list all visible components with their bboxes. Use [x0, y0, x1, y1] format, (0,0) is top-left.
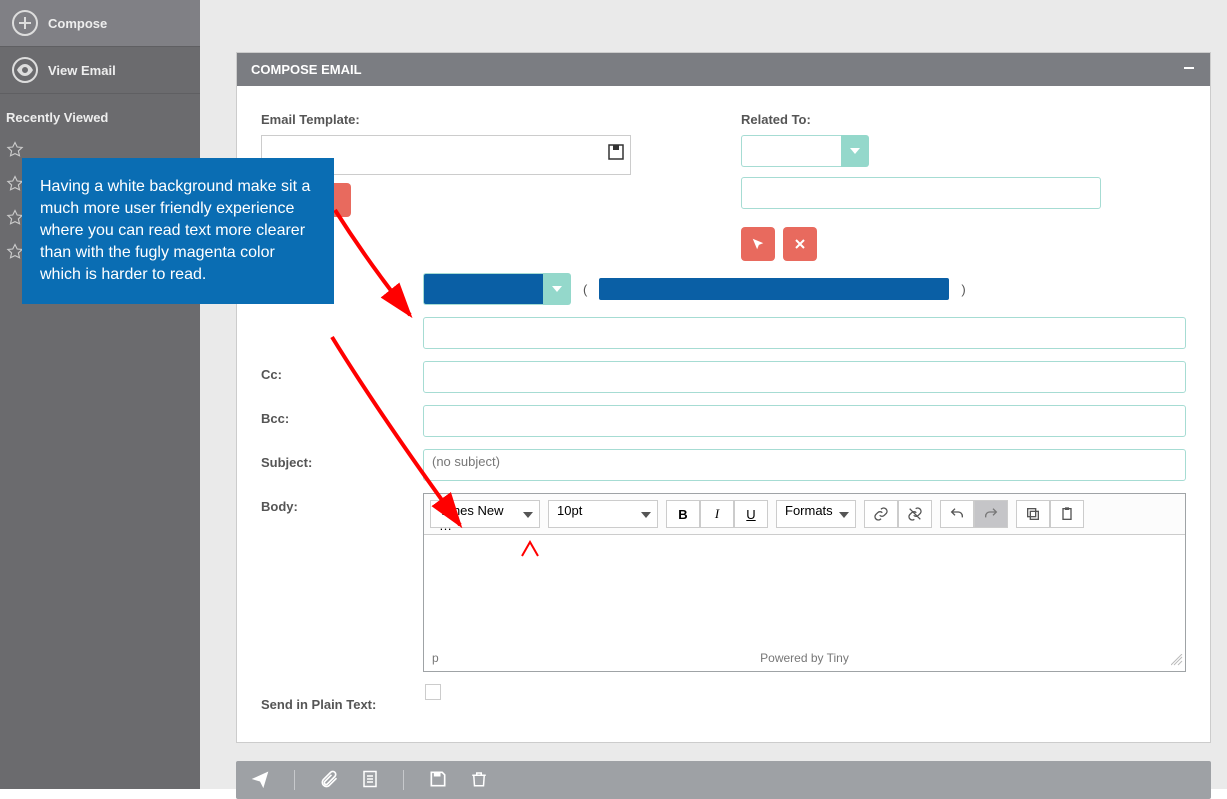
remove-button[interactable] [783, 227, 817, 261]
editor-toolbar: Times New … 10pt B I U Formats [424, 494, 1185, 535]
panel-header: COMPOSE EMAIL [237, 53, 1210, 86]
divider [403, 770, 404, 790]
recently-viewed-title: Recently Viewed [0, 94, 200, 133]
editor-status-tag: p [432, 651, 439, 665]
undo-button[interactable] [940, 500, 974, 528]
to-input[interactable] [423, 317, 1186, 349]
rich-text-editor: Times New … 10pt B I U Formats [423, 493, 1186, 672]
send-button[interactable] [250, 769, 270, 792]
related-to-type-select[interactable] [741, 135, 1186, 167]
footer-action-bar [236, 761, 1211, 799]
red-caret-icon [520, 540, 540, 561]
sidebar-item-view-email[interactable]: View Email [0, 47, 200, 94]
label-related-to: Related To: [741, 112, 1186, 127]
formats-select[interactable]: Formats [776, 500, 856, 528]
tooltip-callout: Having a white background make sit a muc… [22, 158, 334, 304]
chevron-down-icon[interactable] [841, 135, 869, 167]
chevron-down-icon[interactable] [543, 273, 571, 305]
label-plain-text: Send in Plain Text: [261, 691, 423, 712]
save-icon[interactable] [608, 144, 624, 164]
cc-input[interactable] [423, 361, 1186, 393]
attachment-button[interactable] [319, 769, 339, 792]
compose-icon [12, 10, 38, 36]
related-to-input[interactable] [741, 177, 1101, 209]
copy-button[interactable] [1016, 500, 1050, 528]
star-icon [6, 141, 24, 159]
resize-handle-icon[interactable] [1171, 654, 1183, 669]
panel-title: COMPOSE EMAIL [251, 62, 362, 77]
eye-icon [12, 57, 38, 83]
sidebar-label-view-email: View Email [48, 63, 116, 78]
sidebar-label-compose: Compose [48, 16, 107, 31]
unlink-button[interactable] [898, 500, 932, 528]
save-draft-button[interactable] [428, 769, 448, 792]
pointer-button[interactable] [741, 227, 775, 261]
italic-button[interactable]: I [700, 500, 734, 528]
underline-button[interactable]: U [734, 500, 768, 528]
sidebar-item-compose[interactable]: Compose [0, 0, 200, 47]
delete-button[interactable] [470, 769, 488, 792]
arrow-annotation [330, 335, 520, 575]
editor-statusbar: p Powered by Tiny [424, 645, 1185, 671]
minimize-icon[interactable] [1182, 61, 1196, 78]
redo-button[interactable] [974, 500, 1008, 528]
divider [294, 770, 295, 790]
subject-input[interactable]: (no subject) [423, 449, 1186, 481]
sidebar: Compose View Email Recently Viewed A A A [0, 0, 200, 789]
redacted-email-address [599, 278, 949, 300]
powered-by-tiny: Powered by Tiny [760, 651, 849, 665]
link-button[interactable] [864, 500, 898, 528]
paste-button[interactable] [1050, 500, 1084, 528]
document-button[interactable] [361, 769, 379, 792]
bcc-input[interactable] [423, 405, 1186, 437]
plain-text-checkbox[interactable] [425, 684, 441, 700]
bold-button[interactable]: B [666, 500, 700, 528]
font-size-select[interactable]: 10pt [548, 500, 658, 528]
label-email-template: Email Template: [261, 112, 701, 127]
